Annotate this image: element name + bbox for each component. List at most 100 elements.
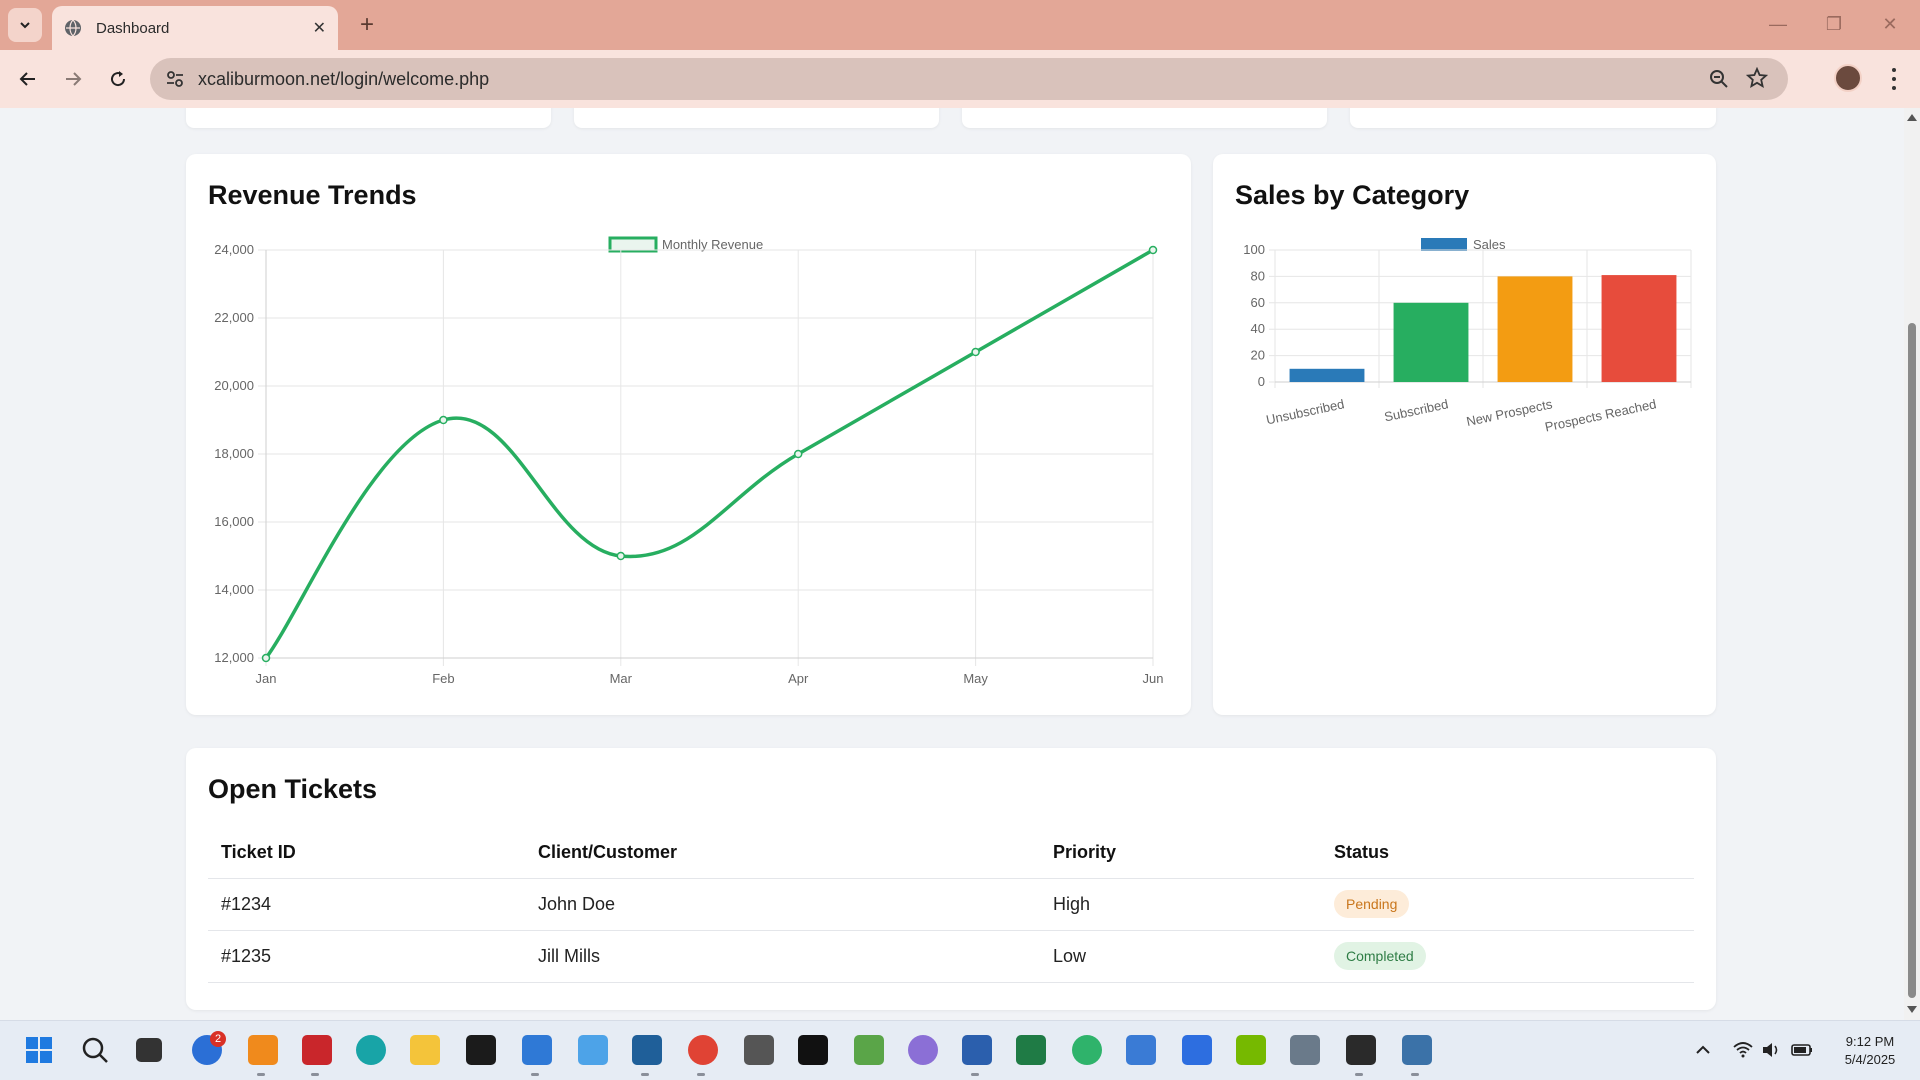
file-explorer-icon[interactable]: [410, 1035, 440, 1065]
bookmark-star-icon[interactable]: [1746, 67, 1768, 89]
chevron-down-icon: [20, 22, 30, 29]
table-row[interactable]: #1235 Jill Mills Low Completed: [208, 930, 1694, 983]
app-icon[interactable]: [854, 1035, 884, 1065]
y-tick-label: 22,000: [214, 310, 254, 325]
windows-taskbar: 2 9:12 PM 5/4/2025: [0, 1020, 1920, 1080]
running-indicator: [1355, 1073, 1363, 1076]
restore-button[interactable]: ❐: [1812, 8, 1856, 40]
snipping-tool-icon[interactable]: [578, 1035, 608, 1065]
browser-tab[interactable]: Dashboard ✕: [52, 6, 338, 50]
arduino-icon[interactable]: [356, 1035, 386, 1065]
data-point: [261, 653, 271, 663]
y-tick-label: 0: [1258, 374, 1265, 389]
sales-by-category-card: Sales by Category Sales 100 80 60 40 20 0 Unsub…: [1213, 154, 1716, 715]
bar: [1289, 368, 1365, 382]
status-badge: Pending: [1334, 890, 1410, 918]
browser-tab-bar: Dashboard ✕ + — ❐ ✕: [0, 0, 1920, 50]
column-header: Status: [1321, 828, 1694, 879]
app-icon[interactable]: [908, 1035, 938, 1065]
close-window-button[interactable]: ✕: [1868, 8, 1912, 40]
filezilla-icon[interactable]: [302, 1035, 332, 1065]
running-indicator: [1411, 1073, 1419, 1076]
battery-icon[interactable]: [1790, 1039, 1814, 1061]
bar: [1393, 302, 1469, 382]
zoom-icon[interactable]: [1708, 68, 1730, 90]
new-tab-button[interactable]: +: [352, 10, 382, 40]
sales-bar-chart: Sales100806040200Unsubscribed Subscribed N…: [1243, 237, 1692, 435]
running-indicator: [641, 1073, 649, 1076]
minimize-button[interactable]: —: [1756, 8, 1800, 40]
table-row[interactable]: #1234 John Doe High Pending: [208, 878, 1694, 931]
chrome-icon[interactable]: [688, 1035, 718, 1065]
y-tick-label: 60: [1251, 295, 1265, 310]
app-icon[interactable]: [1072, 1035, 1102, 1065]
open-tickets-card: Open Tickets Ticket ID Client/Customer P…: [186, 748, 1716, 1010]
y-tick-label: 18,000: [214, 446, 254, 461]
tickets-table: Ticket ID Client/Customer Priority Statu…: [208, 828, 1694, 983]
app-icon[interactable]: [744, 1035, 774, 1065]
volume-icon[interactable]: [1760, 1039, 1782, 1061]
data-point: [971, 347, 980, 357]
reload-icon: [111, 71, 126, 87]
windows-start-icon[interactable]: [24, 1035, 54, 1065]
system-clock[interactable]: 9:12 PM 5/4/2025: [1838, 1033, 1902, 1069]
mysql-workbench-icon[interactable]: [632, 1035, 662, 1065]
y-tick-label: 80: [1251, 268, 1265, 283]
x-tick-label: Feb: [432, 671, 454, 686]
page-scrollbar[interactable]: [1904, 108, 1920, 1020]
data-point: [793, 449, 803, 459]
search-icon[interactable]: [80, 1035, 110, 1065]
column-header: Ticket ID: [208, 828, 525, 879]
wifi-icon[interactable]: [1732, 1039, 1754, 1061]
reload-button[interactable]: [100, 61, 136, 97]
ticket-id: #1235: [208, 930, 525, 983]
app-icon[interactable]: [1126, 1035, 1156, 1065]
sublime-text-icon[interactable]: [248, 1035, 278, 1065]
column-header: Priority: [1040, 828, 1321, 879]
tab-search-button[interactable]: [8, 8, 42, 42]
task-view-icon[interactable]: [136, 1038, 162, 1062]
app-icon[interactable]: [798, 1035, 828, 1065]
data-point: [616, 551, 626, 561]
scroll-thumb[interactable]: [1908, 323, 1916, 998]
scroll-up-arrow[interactable]: [1907, 114, 1917, 121]
close-tab-icon[interactable]: ✕: [313, 18, 326, 38]
app-icon[interactable]: [1182, 1035, 1212, 1065]
scroll-down-arrow[interactable]: [1907, 1006, 1917, 1013]
notepad-icon[interactable]: [522, 1035, 552, 1065]
ticket-client: John Doe: [525, 878, 1040, 931]
chevron-up-icon[interactable]: [1694, 1041, 1712, 1059]
ticket-status-cell: Pending: [1321, 878, 1694, 931]
y-tick-label: 16,000: [214, 514, 254, 529]
forward-button[interactable]: [55, 61, 91, 97]
card-title: Open Tickets: [208, 774, 378, 804]
url-text[interactable]: xcaliburmoon.net/login/welcome.php: [198, 69, 489, 90]
site-info-icon[interactable]: [164, 68, 186, 90]
x-tick-label: Jan: [256, 671, 277, 686]
command-prompt-icon[interactable]: [1346, 1035, 1376, 1065]
x-tick-label: Apr: [788, 671, 809, 686]
browser-menu-button[interactable]: [1880, 64, 1908, 94]
stat-card: [574, 108, 939, 128]
x-tick-label: Unsubscribed: [1265, 396, 1346, 427]
y-tick-label: 24,000: [214, 242, 254, 257]
ticket-client: Jill Mills: [525, 930, 1040, 983]
x-tick-label: Jun: [1143, 671, 1164, 686]
x-tick-label: May: [963, 671, 988, 686]
profile-avatar[interactable]: [1834, 64, 1862, 92]
stat-card: [1350, 108, 1716, 128]
nvidia-icon[interactable]: [1236, 1035, 1266, 1065]
bar: [1601, 275, 1677, 382]
word-icon[interactable]: [962, 1035, 992, 1065]
back-button[interactable]: [10, 61, 46, 97]
globe-icon: [65, 19, 81, 37]
legend-swatch: [1421, 238, 1467, 251]
terminal-icon[interactable]: [466, 1035, 496, 1065]
bar: [1497, 276, 1573, 382]
calculator-icon[interactable]: [1290, 1035, 1320, 1065]
python-icon[interactable]: [1402, 1035, 1432, 1065]
address-bar[interactable]: xcaliburmoon.net/login/welcome.php: [150, 58, 1788, 100]
running-indicator: [311, 1073, 319, 1076]
excel-icon[interactable]: [1016, 1035, 1046, 1065]
running-indicator: [697, 1073, 705, 1076]
